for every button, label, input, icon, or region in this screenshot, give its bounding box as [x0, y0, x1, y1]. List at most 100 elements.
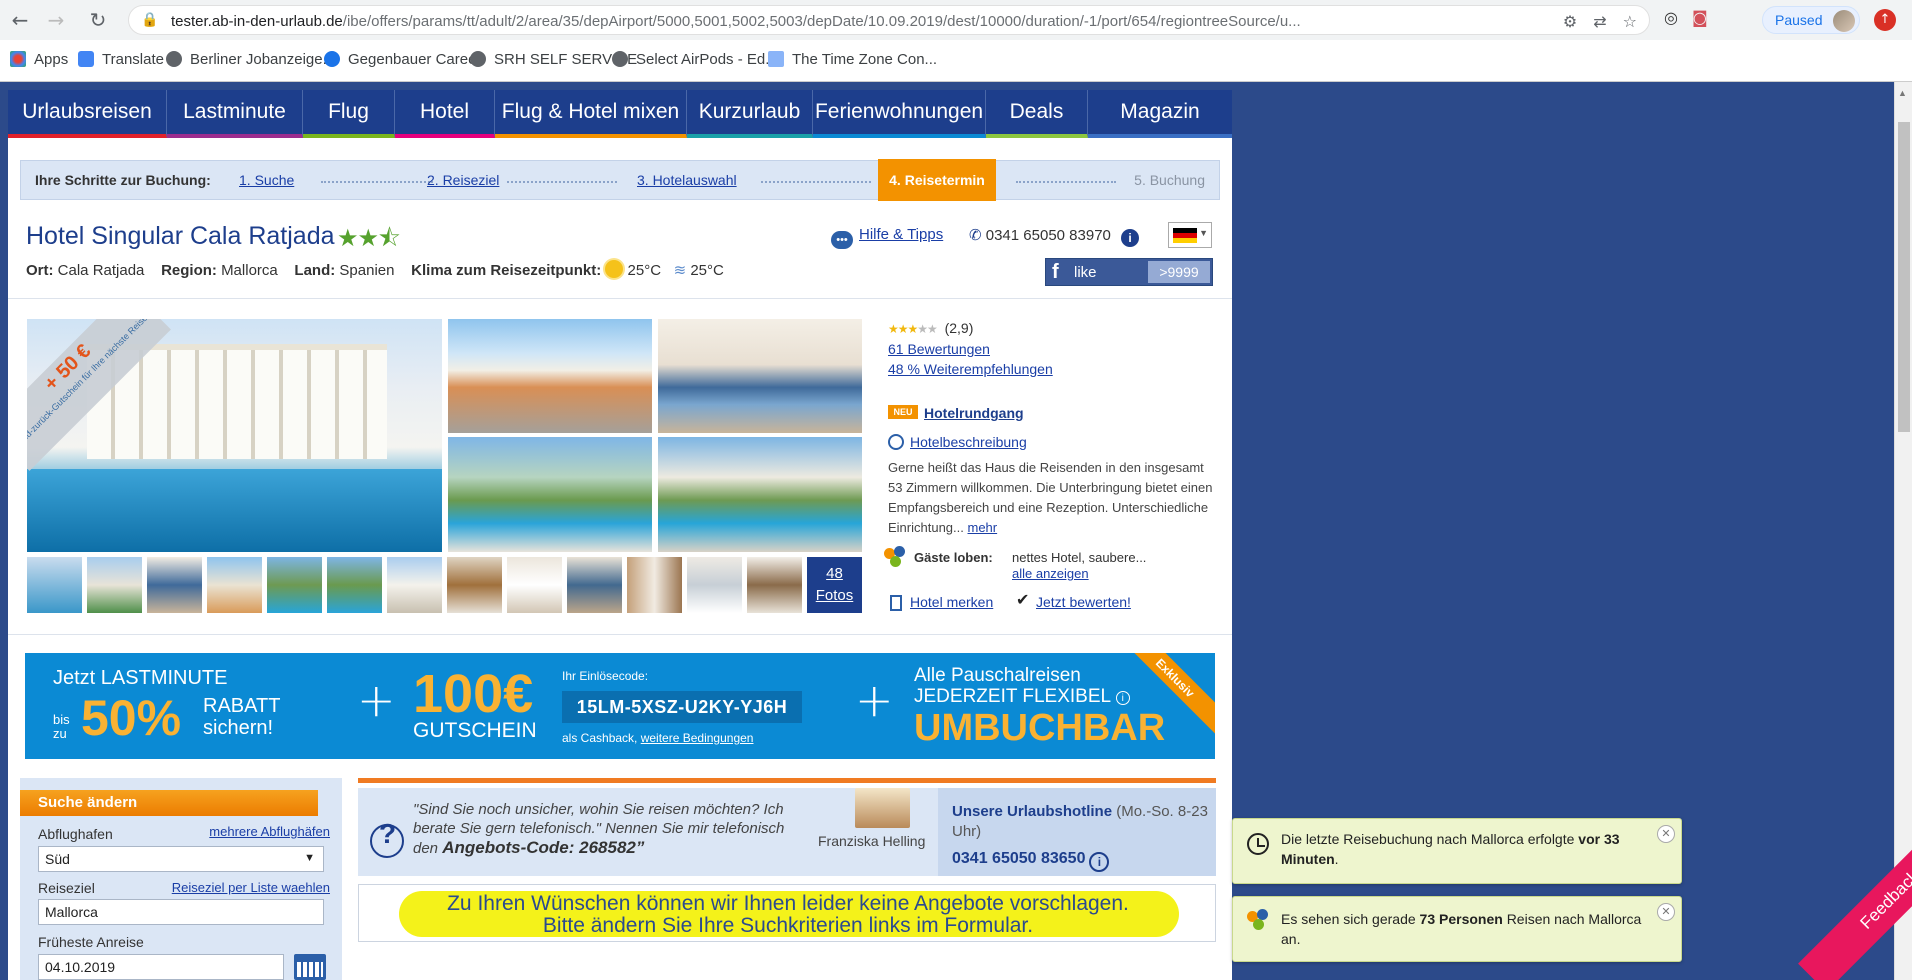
- more-link[interactable]: mehr: [968, 520, 998, 535]
- banner-amount: 100€: [413, 664, 534, 724]
- step-suche[interactable]: 1. Suche: [239, 172, 294, 188]
- pocket-icon[interactable]: ◙: [1692, 8, 1708, 27]
- hotel-photo[interactable]: [658, 437, 862, 552]
- language-select[interactable]: ▼: [1168, 222, 1212, 248]
- hotline-contact: Unsere Urlaubshotline (Mo.-So. 8-23 Uhr)…: [938, 788, 1216, 876]
- help-tips[interactable]: ••• Hilfe & Tipps: [831, 226, 943, 249]
- thumbnail[interactable]: [267, 557, 322, 613]
- destination-input[interactable]: Mallorca: [38, 899, 324, 925]
- hotel-photo[interactable]: [658, 319, 862, 433]
- thumbnail[interactable]: [87, 557, 142, 613]
- departure-select[interactable]: Süd ▼: [38, 846, 324, 872]
- nav-kurzurlaub[interactable]: Kurzurlaub: [687, 90, 813, 138]
- hotel-photo[interactable]: [448, 437, 652, 552]
- globe-favicon-icon: [166, 51, 182, 67]
- reload-icon[interactable]: ↻: [86, 8, 110, 32]
- hotelbeschreibung-link[interactable]: Hotelbeschreibung: [910, 434, 1027, 450]
- info-icon[interactable]: i: [1115, 691, 1130, 705]
- thumbnail[interactable]: [687, 557, 742, 613]
- info-icon[interactable]: i: [1089, 852, 1110, 872]
- omnibox-icons: ⚙ ⇄ ☆: [1563, 12, 1637, 31]
- hotel-photo[interactable]: [448, 319, 652, 433]
- nav-lastminute[interactable]: Lastminute: [167, 90, 303, 138]
- hotline-number: 0341 65050 83650: [952, 850, 1086, 867]
- thumbnail[interactable]: [387, 557, 442, 613]
- nav-deals[interactable]: Deals: [986, 90, 1088, 138]
- thumbnail[interactable]: [447, 557, 502, 613]
- pauschalreisen-text: Alle Pauschalreisen: [914, 665, 1081, 686]
- scrollbar-thumb[interactable]: [1898, 122, 1910, 432]
- bookmark-apps[interactable]: Apps: [10, 51, 68, 68]
- thumbnail[interactable]: [147, 557, 202, 613]
- help-link[interactable]: Hilfe & Tipps: [859, 226, 943, 243]
- hotelrundgang-link[interactable]: Hotelrundgang: [924, 405, 1024, 421]
- star-icon[interactable]: ☆: [1623, 12, 1637, 31]
- bookmark-timezone[interactable]: The Time Zone Con...: [768, 51, 937, 68]
- promo-banner[interactable]: Jetzt LASTMINUTE bis zu 50% RABATT sichern…: [25, 653, 1215, 759]
- bookmark-gegenbauer[interactable]: Gegenbauer Career: [324, 51, 481, 68]
- close-icon[interactable]: ✕: [1657, 825, 1675, 843]
- step-reiseziel[interactable]: 2. Reiseziel: [427, 172, 499, 188]
- address-bar[interactable]: 🔒 tester.ab-in-den-urlaub.de/ibe/offers/…: [128, 5, 1650, 35]
- step-buchung: 5. Buchung: [1134, 172, 1205, 188]
- step-divider: [321, 181, 433, 183]
- extension-icons: ◎ ◙: [1664, 8, 1708, 27]
- chevron-down-icon: ▼: [304, 852, 315, 864]
- url-text[interactable]: tester.ab-in-den-urlaub.de/ibe/offers/pa…: [171, 13, 1531, 30]
- recommend-link[interactable]: 48 % Weiterempfehlungen: [888, 361, 1053, 377]
- profile-paused-button[interactable]: Paused: [1762, 6, 1860, 34]
- arrival-label: Früheste Anreise: [38, 934, 144, 950]
- browser-toolbar: ← → ↻ 🔒 tester.ab-in-den-urlaub.de/ibe/o…: [0, 0, 1912, 40]
- translate-icon[interactable]: ⇄: [1593, 12, 1606, 31]
- extension-icon[interactable]: ◎: [1664, 8, 1678, 27]
- multiple-airports-link[interactable]: mehrere Abflughäfen: [209, 824, 330, 839]
- extension-blocked-icon[interactable]: ⚙: [1563, 12, 1577, 31]
- destination-list-link[interactable]: Reiseziel per Liste waehlen: [172, 880, 330, 895]
- back-icon[interactable]: ←: [8, 8, 32, 32]
- info-icon[interactable]: i: [1121, 229, 1140, 247]
- step-hotelauswahl[interactable]: 3. Hotelauswahl: [637, 172, 737, 188]
- plus-icon: +: [855, 673, 894, 727]
- nav-flug[interactable]: Flug: [303, 90, 395, 138]
- rate-now-link[interactable]: Jetzt bewerten!: [1036, 594, 1131, 610]
- photos-label: Fotos: [815, 587, 854, 604]
- thumbnail[interactable]: [507, 557, 562, 613]
- site: Urlaubsreisen Lastminute Flug Hotel Flug…: [8, 90, 1232, 980]
- save-hotel-link[interactable]: Hotel merken: [910, 594, 993, 610]
- arrival-date-input[interactable]: 04.10.2019: [38, 954, 284, 980]
- show-all-link[interactable]: alle anzeigen: [1012, 566, 1089, 581]
- bookmark-berliner[interactable]: Berliner Jobanzeige...: [166, 51, 335, 68]
- zu-text: zu: [53, 726, 67, 741]
- nav-hotel[interactable]: Hotel: [395, 90, 495, 138]
- forward-icon[interactable]: →: [44, 8, 68, 32]
- thumbnail[interactable]: [627, 557, 682, 613]
- nav-magazin[interactable]: Magazin: [1088, 90, 1232, 138]
- thumbnail[interactable]: [747, 557, 802, 613]
- scroll-up-icon[interactable]: ▲: [1898, 88, 1907, 98]
- update-icon[interactable]: ↑: [1874, 9, 1896, 31]
- page-scrollbar[interactable]: ▲: [1894, 82, 1912, 980]
- calendar-icon[interactable]: [294, 954, 326, 980]
- thumbnail[interactable]: [327, 557, 382, 613]
- nav-flug-hotel[interactable]: Flug & Hotel mixen: [495, 90, 687, 138]
- nav-ferienwohnungen[interactable]: Ferienwohnungen: [813, 90, 986, 138]
- facebook-like-button[interactable]: f like >9999: [1045, 258, 1213, 286]
- reviews-link[interactable]: 61 Bewertungen: [888, 341, 990, 357]
- sun-icon: [605, 260, 624, 278]
- nav-urlaubsreisen[interactable]: Urlaubsreisen: [8, 90, 167, 138]
- rating-score: (2,9): [944, 320, 974, 336]
- thumbnail[interactable]: [207, 557, 262, 613]
- conditions-link[interactable]: weitere Bedingungen: [641, 731, 754, 745]
- rating-stars-icon: ★★★★★: [888, 322, 938, 336]
- all-photos-link[interactable]: 48 Fotos: [807, 557, 862, 613]
- guests-label: Gäste loben:: [914, 550, 993, 565]
- bookmark-airpods[interactable]: Select AirPods - Ed...: [612, 51, 778, 68]
- voucher-code[interactable]: 15LM-5XSZ-U2KY-YJ6H: [562, 691, 802, 723]
- hotel-name: Hotel Singular Cala Ratjada: [26, 222, 335, 250]
- close-icon[interactable]: ✕: [1657, 903, 1675, 921]
- agent-photo: [855, 788, 910, 828]
- thumbnail[interactable]: [27, 557, 82, 613]
- bookmark-translate[interactable]: Translate: [78, 51, 164, 68]
- main-hotel-photo[interactable]: + 50 € Geld-zurück-Gutschein für Ihre nä…: [27, 319, 442, 552]
- thumbnail[interactable]: [567, 557, 622, 613]
